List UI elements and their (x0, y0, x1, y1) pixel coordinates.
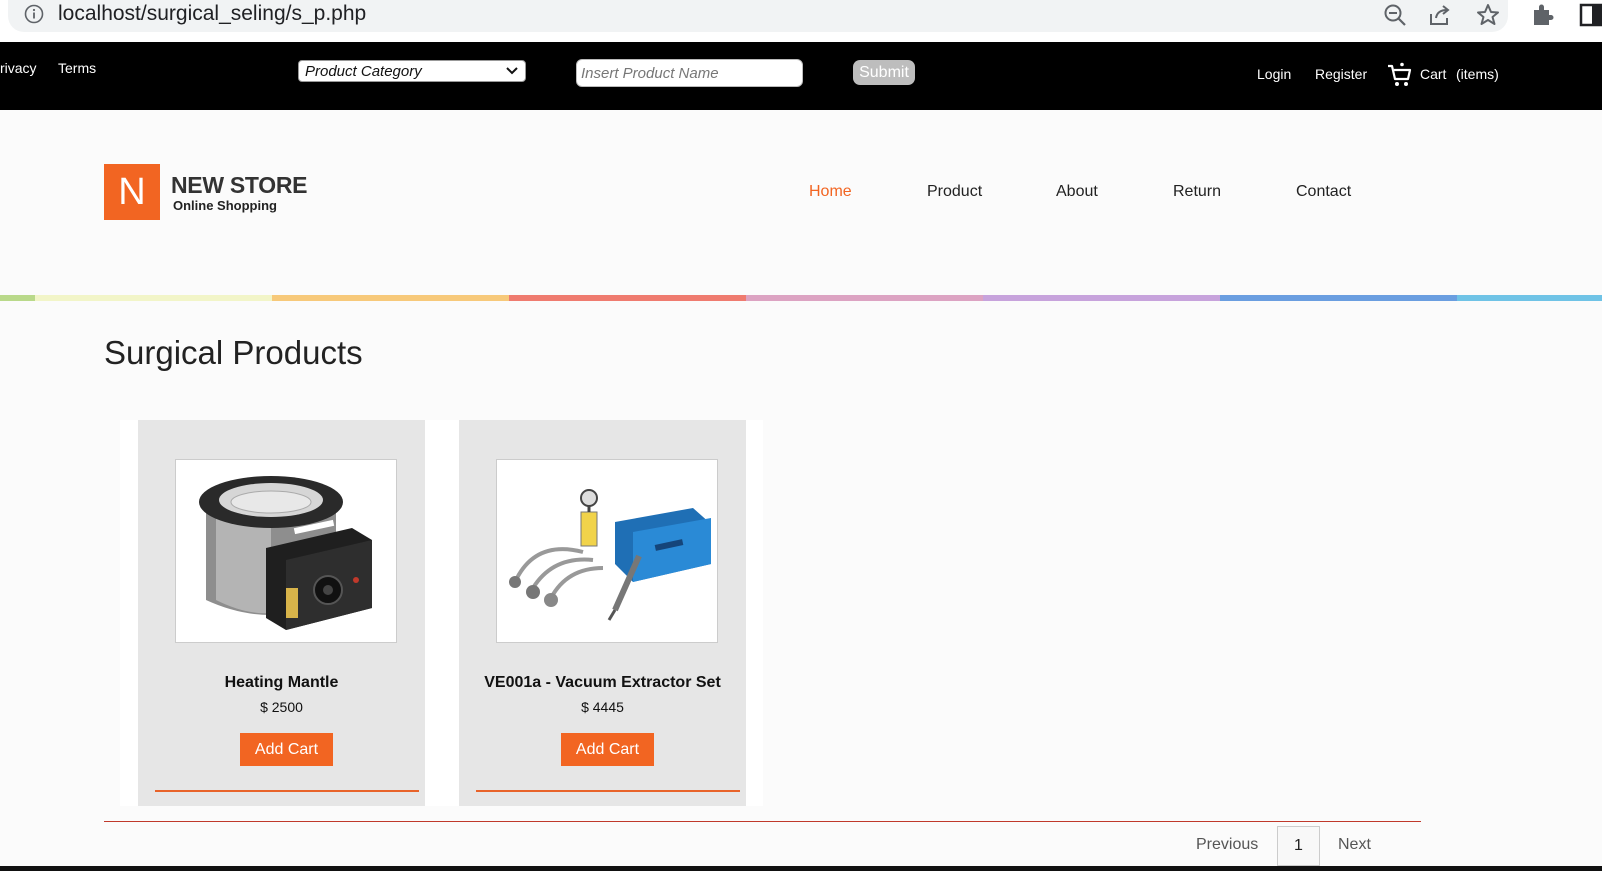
pagination-previous[interactable]: Previous (1196, 836, 1258, 854)
pagination-next[interactable]: Next (1338, 836, 1371, 854)
product-price: $ 4445 (581, 699, 624, 715)
cart-icon[interactable] (1387, 62, 1413, 88)
bottom-bar (0, 866, 1602, 871)
stripe-segment (0, 295, 35, 301)
product-price: $ 2500 (260, 699, 303, 715)
submit-button[interactable]: Submit (853, 60, 915, 85)
logo[interactable]: N (104, 164, 160, 220)
url-text[interactable]: localhost/surgical_seling/s_p.php (58, 2, 366, 26)
nav-home[interactable]: Home (809, 183, 852, 201)
stripe-segment (35, 295, 272, 301)
store-name: NEW STORE (171, 172, 308, 198)
divider (104, 821, 1421, 822)
stripe-segment (509, 295, 746, 301)
cart-items-count[interactable]: (items) (1456, 66, 1499, 82)
nav-return[interactable]: Return (1173, 183, 1221, 201)
product-card: VE001a - Vacuum Extractor Set $ 4445 Add… (459, 420, 746, 806)
vacuum-extractor-image (497, 460, 717, 642)
extensions-icon[interactable] (1530, 2, 1556, 28)
product-name[interactable]: Heating Mantle (138, 674, 425, 692)
card-underline (155, 790, 419, 792)
star-icon[interactable] (1475, 2, 1501, 28)
product-name-input[interactable] (576, 59, 803, 87)
chevron-down-icon (506, 67, 518, 75)
card-underline (476, 790, 740, 792)
nav-product[interactable]: Product (927, 183, 982, 201)
add-cart-button[interactable]: Add Cart (240, 733, 333, 766)
product-card: Heating Mantle $ 2500 Add Cart (138, 420, 425, 806)
stripe-segment (746, 295, 983, 301)
page-title: Surgical Products (104, 334, 363, 371)
stripe-segment (272, 295, 509, 301)
pagination-page[interactable]: 1 (1277, 826, 1320, 866)
cart-link[interactable]: Cart (1420, 66, 1446, 82)
share-icon[interactable] (1427, 2, 1453, 28)
stripe-segment (1457, 295, 1602, 301)
privacy-link[interactable]: rivacy (0, 60, 37, 76)
zoom-out-icon[interactable] (1382, 2, 1408, 28)
color-stripe (0, 295, 1602, 301)
login-link[interactable]: Login (1257, 66, 1291, 82)
product-name[interactable]: VE001a - Vacuum Extractor Set (459, 674, 746, 692)
nav-about[interactable]: About (1056, 183, 1098, 201)
address-bar[interactable]: localhost/surgical_seling/s_p.php (8, 0, 1508, 32)
category-selected-value: Product Category (305, 63, 422, 80)
product-image-heating-mantle[interactable] (175, 459, 397, 643)
product-image-vacuum-extractor[interactable] (496, 459, 718, 643)
register-link[interactable]: Register (1315, 66, 1367, 82)
browser-chrome: localhost/surgical_seling/s_p.php (0, 0, 1602, 42)
store-tagline: Online Shopping (173, 198, 277, 213)
terms-link[interactable]: Terms (58, 60, 96, 76)
stripe-segment (1220, 295, 1457, 301)
nav-contact[interactable]: Contact (1296, 183, 1351, 201)
product-category-select[interactable]: Product Category (298, 60, 526, 82)
add-cart-button[interactable]: Add Cart (561, 733, 654, 766)
heating-mantle-image (176, 460, 396, 642)
stripe-segment (983, 295, 1220, 301)
top-bar: rivacy Terms Product Category Submit Log… (0, 42, 1602, 110)
sidepanel-icon[interactable] (1578, 2, 1602, 28)
info-icon[interactable] (24, 4, 44, 24)
